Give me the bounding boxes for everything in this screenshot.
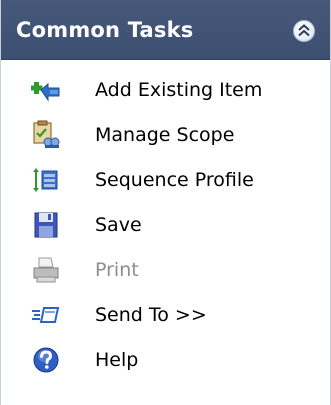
task-help[interactable]: Help (1, 338, 330, 382)
task-sequence-profile[interactable]: Sequence Profile (1, 158, 330, 202)
panel-header[interactable]: Common Tasks (1, 0, 330, 60)
task-save[interactable]: Save (1, 203, 330, 247)
help-icon (33, 347, 59, 373)
floppy-disk-icon (34, 212, 58, 238)
add-existing-item-icon (31, 82, 60, 102)
task-send-to[interactable]: Send To >> (1, 293, 330, 337)
panel-title: Common Tasks (16, 17, 194, 42)
task-label: Send To >> (95, 304, 207, 326)
sequence-profile-icon (33, 168, 58, 192)
task-add-existing-item[interactable]: Add Existing Item (1, 68, 330, 112)
task-label: Sequence Profile (95, 169, 254, 191)
task-label: Save (95, 214, 142, 236)
task-manage-scope[interactable]: Manage Scope (1, 113, 330, 157)
double-chevron-up-icon (298, 24, 310, 37)
printer-icon (33, 257, 59, 283)
task-label: Print (95, 259, 139, 281)
send-to-icon (32, 307, 60, 323)
common-tasks-panel: Common Tasks Add Existing Item Manage Sc… (0, 0, 331, 405)
manage-scope-icon (33, 120, 60, 148)
task-label: Add Existing Item (95, 79, 263, 101)
task-label: Manage Scope (95, 124, 235, 146)
task-print[interactable]: Print (1, 248, 330, 292)
task-label: Help (95, 349, 139, 371)
collapse-button[interactable] (293, 20, 315, 42)
